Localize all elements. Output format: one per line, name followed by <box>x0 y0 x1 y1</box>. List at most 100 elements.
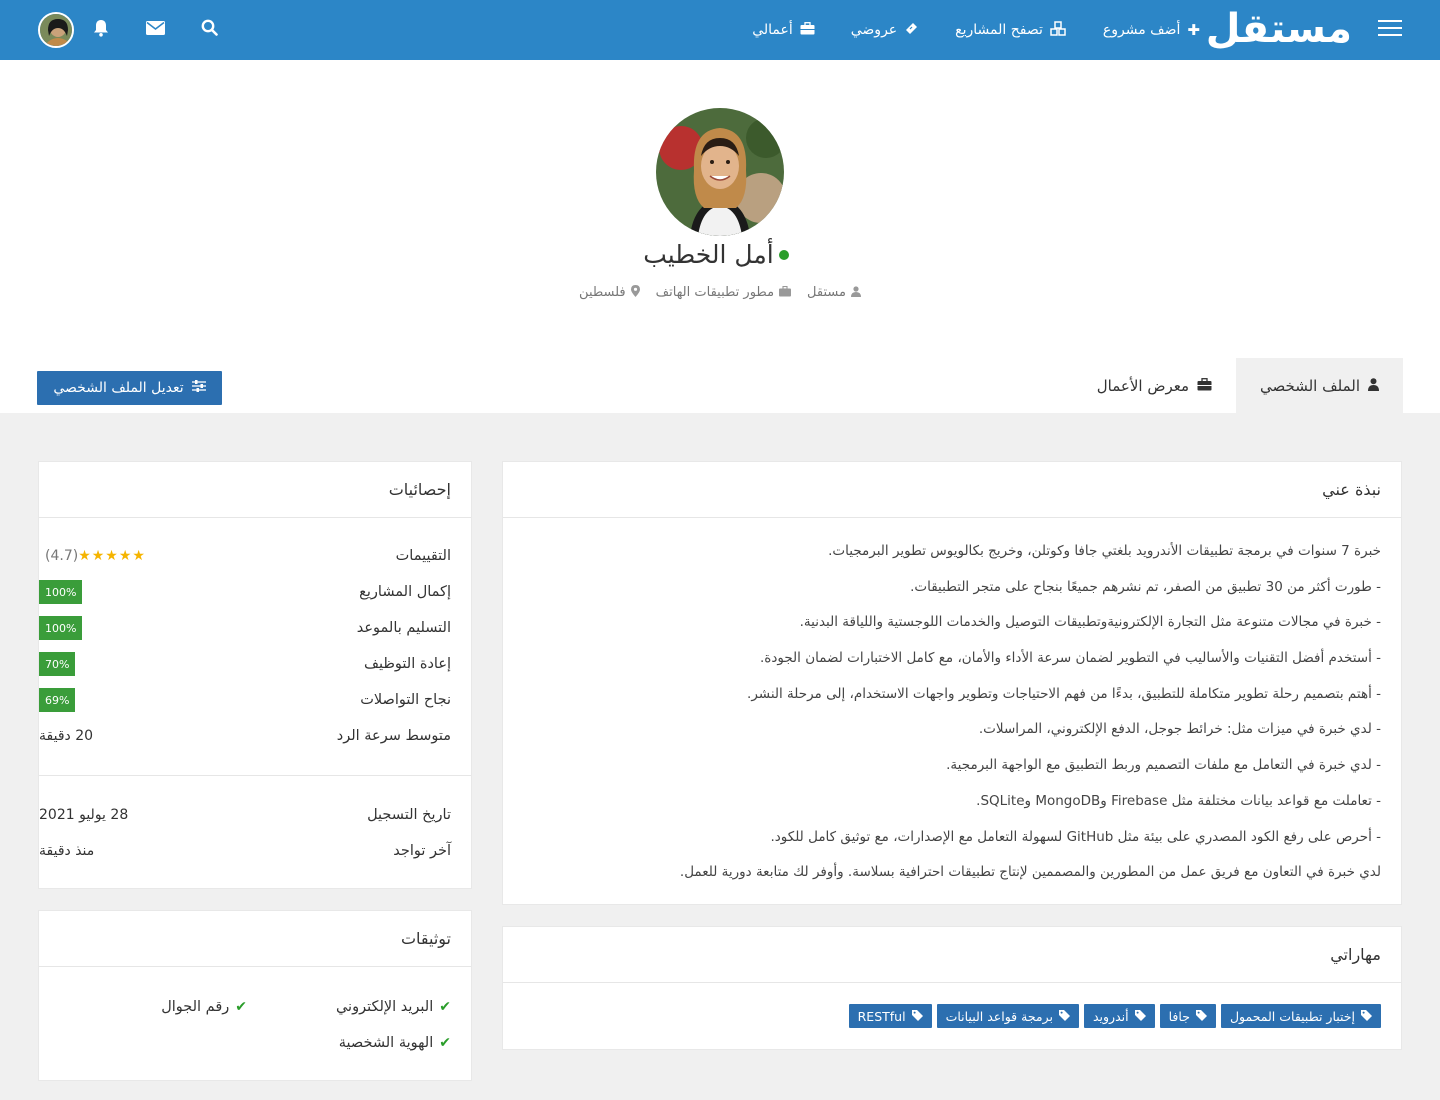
profile-meta: مستقل مطور تطبيقات الهاتف فلسطين <box>0 285 1440 300</box>
tab-portfolio[interactable]: معرض الأعمال <box>1073 358 1236 413</box>
navbar: مستقل ✚ أضف مشروع تصفح المشاريع عروضي أع… <box>0 0 1440 60</box>
skill-label: جافا <box>1168 1008 1190 1024</box>
about-line: لدي خبرة في التعاون مع فريق عمل من المطو… <box>679 864 1381 881</box>
tab-label: معرض الأعمال <box>1096 376 1190 395</box>
meta-job-label: مطور تطبيقات الهاتف <box>655 285 775 300</box>
percent-badge: 100% <box>39 616 83 640</box>
about-line: - خبرة في مجالات متنوعة مثل التجارة الإل… <box>799 614 1381 631</box>
stats-panel: إحصائيات التقييمات ★★★★★ (4.7) إكمال الم… <box>38 461 472 889</box>
skill-label: إختبار تطبيقات المحمول <box>1229 1008 1355 1024</box>
skill-tag[interactable]: RESTful <box>848 1004 932 1028</box>
stat-label: إعادة التوظيف <box>364 656 451 672</box>
online-status-dot <box>778 249 789 260</box>
divider <box>39 775 471 776</box>
skill-tag[interactable]: إختبار تطبيقات المحمول <box>1220 1004 1381 1028</box>
about-line: - أحرص على رفع الكود المصدري على بيئة مث… <box>770 828 1381 845</box>
skill-label: أندرويد <box>1092 1008 1129 1024</box>
percent-badge: 69% <box>39 688 76 712</box>
meta-location: فلسطين <box>579 285 640 300</box>
sliders-icon <box>191 380 206 396</box>
search-icon[interactable] <box>182 19 236 41</box>
stat-label: نجاح التواصلات <box>360 692 451 708</box>
plus-icon: ✚ <box>1187 20 1200 39</box>
envelope-icon[interactable] <box>128 20 182 40</box>
skill-tag[interactable]: جافا <box>1159 1004 1216 1028</box>
verify-phone: ✔ رقم الجوال <box>161 989 247 1025</box>
check-icon: ✔ <box>439 999 451 1015</box>
meta-job: مطور تطبيقات الهاتف <box>655 285 792 300</box>
skills-list: إختبار تطبيقات المحمول جافا أندرويد برمج… <box>503 983 1401 1028</box>
verify-label: رقم الجوال <box>161 999 230 1015</box>
stat-value: 100% <box>39 610 249 646</box>
stat-registered-label: تاريخ التسجيل <box>367 807 451 823</box>
meta-location-label: فلسطين <box>579 285 626 300</box>
verify-email: ✔ البريد الإلكتروني <box>336 989 451 1025</box>
edit-profile-button[interactable]: تعديل الملف الشخصي <box>37 371 222 405</box>
nav-user-area <box>38 0 236 60</box>
tag-icon <box>911 1009 923 1024</box>
about-panel: نبذة عني خبرة 7 سنوات في برمجة تطبيقات ا… <box>502 461 1402 905</box>
rating-number: (4.7) <box>45 548 79 564</box>
stat-value: 69% <box>39 682 249 718</box>
about-line: - أهتم بتصميم رحلة تطوير متكاملة للتطبيق… <box>747 685 1381 702</box>
nav-link-label: تصفح المشاريع <box>955 22 1043 38</box>
about-line: - لدي خبرة في التعامل مع ملفات التصميم و… <box>946 757 1381 774</box>
nav-link-label: أعمالي <box>752 22 793 38</box>
stat-response-value: 20 دقيقة <box>39 728 94 744</box>
menu-icon[interactable] <box>1378 20 1402 38</box>
ticket-icon <box>904 21 919 39</box>
briefcase-icon <box>800 22 815 38</box>
logo[interactable]: مستقل <box>1206 4 1353 54</box>
nav-links: ✚ أضف مشروع تصفح المشاريع عروضي أعمالي <box>716 0 1200 60</box>
avatar[interactable] <box>38 12 74 48</box>
nav-my-works[interactable]: أعمالي <box>752 22 815 38</box>
verify-identity: ✔ الهوية الشخصية <box>339 1025 451 1061</box>
tag-icon <box>1195 1009 1207 1024</box>
about-title: نبذة عني <box>503 462 1401 518</box>
verifications-panel: توثيقات ✔ البريد الإلكتروني ✔ رقم الجوال… <box>38 910 472 1081</box>
percent-badge: 70% <box>39 652 76 676</box>
verifications-title: توثيقات <box>39 911 471 967</box>
skills-title: مهاراتي <box>503 927 1401 983</box>
meta-platform-label: مستقل <box>807 285 846 300</box>
nav-browse-projects[interactable]: تصفح المشاريع <box>955 21 1067 39</box>
profile-avatar <box>656 108 784 236</box>
stat-registered-value: 28 يوليو 2021 <box>39 807 129 823</box>
profile-name-row: أمل الخطيب <box>0 240 1440 269</box>
percent-badge: 100% <box>39 580 83 604</box>
skills-panel: مهاراتي إختبار تطبيقات المحمول جافا أندر… <box>502 926 1402 1050</box>
about-line: خبرة 7 سنوات في برمجة تطبيقات الأندرويد … <box>828 543 1381 559</box>
rating-stars: ★★★★★ <box>78 548 146 564</box>
tab-profile[interactable]: الملف الشخصي <box>1236 358 1403 413</box>
briefcase-icon <box>1197 377 1212 395</box>
stat-value: 100% <box>39 574 249 610</box>
bell-icon[interactable] <box>74 19 128 42</box>
tag-icon <box>1361 1009 1372 1024</box>
profile-tabs: الملف الشخصي معرض الأعمال <box>1073 358 1403 413</box>
about-body: خبرة 7 سنوات في برمجة تطبيقات الأندرويد … <box>503 518 1401 891</box>
edit-profile-label: تعديل الملف الشخصي <box>53 380 184 396</box>
cubes-icon <box>1050 21 1067 39</box>
skill-label: برمجة قواعد البيانات <box>945 1008 1053 1024</box>
stat-label: التسليم بالموعد <box>356 620 451 636</box>
skill-tag[interactable]: برمجة قواعد البيانات <box>936 1004 1079 1028</box>
stats-title: إحصائيات <box>39 462 471 518</box>
stat-label: إكمال المشاريع <box>359 584 451 600</box>
stat-value: 70% <box>39 646 249 682</box>
verify-label: الهوية الشخصية <box>338 1035 434 1051</box>
user-icon <box>1368 377 1379 395</box>
nav-add-project[interactable]: ✚ أضف مشروع <box>1103 22 1200 38</box>
user-icon <box>850 285 861 300</box>
about-line: - طورت أكثر من 30 تطبيق من الصفر، تم نشر… <box>910 578 1381 595</box>
briefcase-icon <box>779 285 792 300</box>
stat-rating-value: ★★★★★ (4.7) <box>39 538 249 574</box>
skill-tag[interactable]: أندرويد <box>1083 1004 1155 1028</box>
tag-icon <box>1058 1009 1070 1024</box>
stat-last-seen-value: منذ دقيقة <box>39 843 95 859</box>
profile-name: أمل الخطيب <box>643 240 774 269</box>
verify-label: البريد الإلكتروني <box>335 999 434 1015</box>
about-line: - أستخدم أفضل التقنيات والأساليب في التط… <box>759 650 1381 667</box>
nav-my-offers[interactable]: عروضي <box>851 21 919 39</box>
nav-link-label: عروضي <box>850 22 898 38</box>
nav-link-label: أضف مشروع <box>1102 22 1181 38</box>
